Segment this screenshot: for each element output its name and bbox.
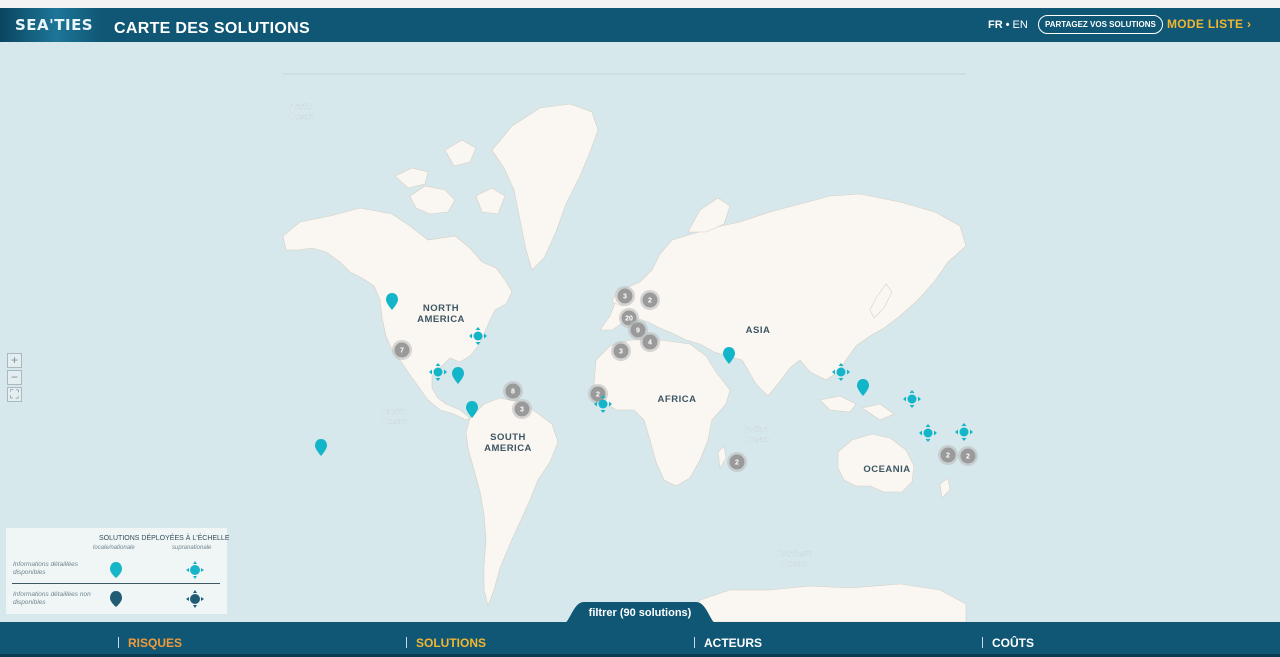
filter-button[interactable]: filtrer (90 solutions) (560, 602, 720, 626)
cluster-marker[interactable]: 3 (512, 399, 532, 419)
cluster-count: 7 (400, 348, 404, 355)
ocean-label-arctic-2: Ocean (288, 112, 314, 121)
cluster-count: 20 (625, 316, 633, 323)
cluster-marker[interactable]: 4 (640, 332, 660, 352)
nav-risques[interactable]: RISQUES (118, 636, 182, 650)
cluster-count: 3 (619, 349, 623, 356)
logo[interactable]: SEA'TIES (0, 8, 102, 42)
legend-pin-teal-icon (110, 562, 122, 578)
zoom-controls: + − ⛶ (7, 353, 22, 404)
ocean-label-pacific-2: Ocean (381, 417, 407, 426)
cluster-count: 2 (946, 453, 950, 460)
ocean-label-indian-2: Ocean (743, 435, 769, 444)
nav-solutions[interactable]: SOLUTIONS (406, 636, 486, 650)
legend-cross-dark-icon (186, 590, 204, 608)
zoom-out-button[interactable]: − (7, 370, 22, 385)
ocean-label-southern: Southern (776, 549, 813, 558)
ocean-label-arctic: Arctic (289, 102, 314, 111)
ocean-label-southern-2: Ocean (781, 559, 807, 568)
legend-symbols (110, 561, 204, 608)
continent-label-africa: AFRICA (658, 394, 697, 405)
continent-label-south-america: SOUTH (490, 432, 526, 443)
continent-label-north-america: NORTH (423, 303, 459, 314)
continent-label-asia: ASIA (746, 325, 771, 336)
zoom-in-button[interactable]: + (7, 353, 22, 368)
header: SEA'TIES CARTE DES SOLUTIONS FR • EN PARTA… (0, 8, 1280, 42)
nav-solutions-label: SOLUTIONS (416, 636, 487, 650)
cluster-marker[interactable]: 2 (727, 452, 747, 472)
continent-label-north-america-2: AMERICA (417, 314, 465, 325)
ocean-label-pacific: Pacific (381, 407, 408, 416)
lang-en[interactable]: EN (1013, 19, 1028, 31)
cluster-marker[interactable]: 3 (615, 286, 635, 306)
list-mode-button[interactable]: MODE LISTE › (1167, 17, 1251, 31)
nav-risques-label: RISQUES (128, 636, 183, 650)
chevron-right-icon: › (1246, 17, 1252, 31)
cluster-count: 2 (596, 392, 600, 399)
cluster-marker[interactable]: 2 (938, 445, 958, 465)
share-solutions-button[interactable]: PARTAGEZ VOS SOLUTIONS (1038, 15, 1163, 34)
ocean-label-indian: Indian (744, 425, 769, 434)
cluster-marker[interactable]: 2 (958, 446, 978, 466)
logo-text: SEA'TIES (15, 16, 94, 34)
cluster-count: 2 (735, 460, 739, 467)
cluster-marker[interactable]: 7 (392, 340, 412, 360)
cluster-marker[interactable]: 3 (611, 341, 631, 361)
fullscreen-button[interactable]: ⛶ (7, 387, 22, 402)
cluster-count: 3 (623, 294, 627, 301)
filter-label: filtrer (90 solutions) (588, 607, 692, 619)
nav-couts-label: COÛTS (992, 636, 1034, 650)
cluster-count: 9 (636, 328, 640, 335)
list-mode-label: MODE LISTE (1167, 17, 1244, 31)
continent-label-oceania: OCEANIA (863, 464, 910, 475)
cluster-count: 3 (520, 407, 524, 414)
cluster-marker[interactable]: 2 (640, 290, 660, 310)
legend: SOLUTIONS DÉPLOYÉES À L'ÉCHELLE locale/n… (6, 528, 230, 614)
cluster-marker[interactable]: 8 (503, 381, 523, 401)
continent-label-south-america-2: AMERICA (484, 443, 532, 454)
cluster-count: 2 (648, 298, 652, 305)
nav-acteurs-label: ACTEURS (704, 636, 763, 650)
cluster-count: 2 (966, 454, 970, 461)
language-switch: FR • EN (988, 19, 1028, 31)
nav-acteurs[interactable]: ACTEURS (694, 636, 762, 650)
legend-pin-dark-icon (110, 591, 122, 607)
legend-cross-teal-icon (186, 561, 204, 579)
lang-separator: • (1005, 19, 1010, 31)
nav-couts[interactable]: COÛTS (982, 636, 1034, 650)
page-title: CARTE DES SOLUTIONS (114, 20, 310, 37)
cluster-count: 8 (511, 389, 515, 396)
lang-fr[interactable]: FR (988, 19, 1003, 31)
cluster-count: 4 (648, 340, 652, 347)
footer-nav: RISQUES SOLUTIONS ACTEURS COÛTS (0, 622, 1280, 657)
